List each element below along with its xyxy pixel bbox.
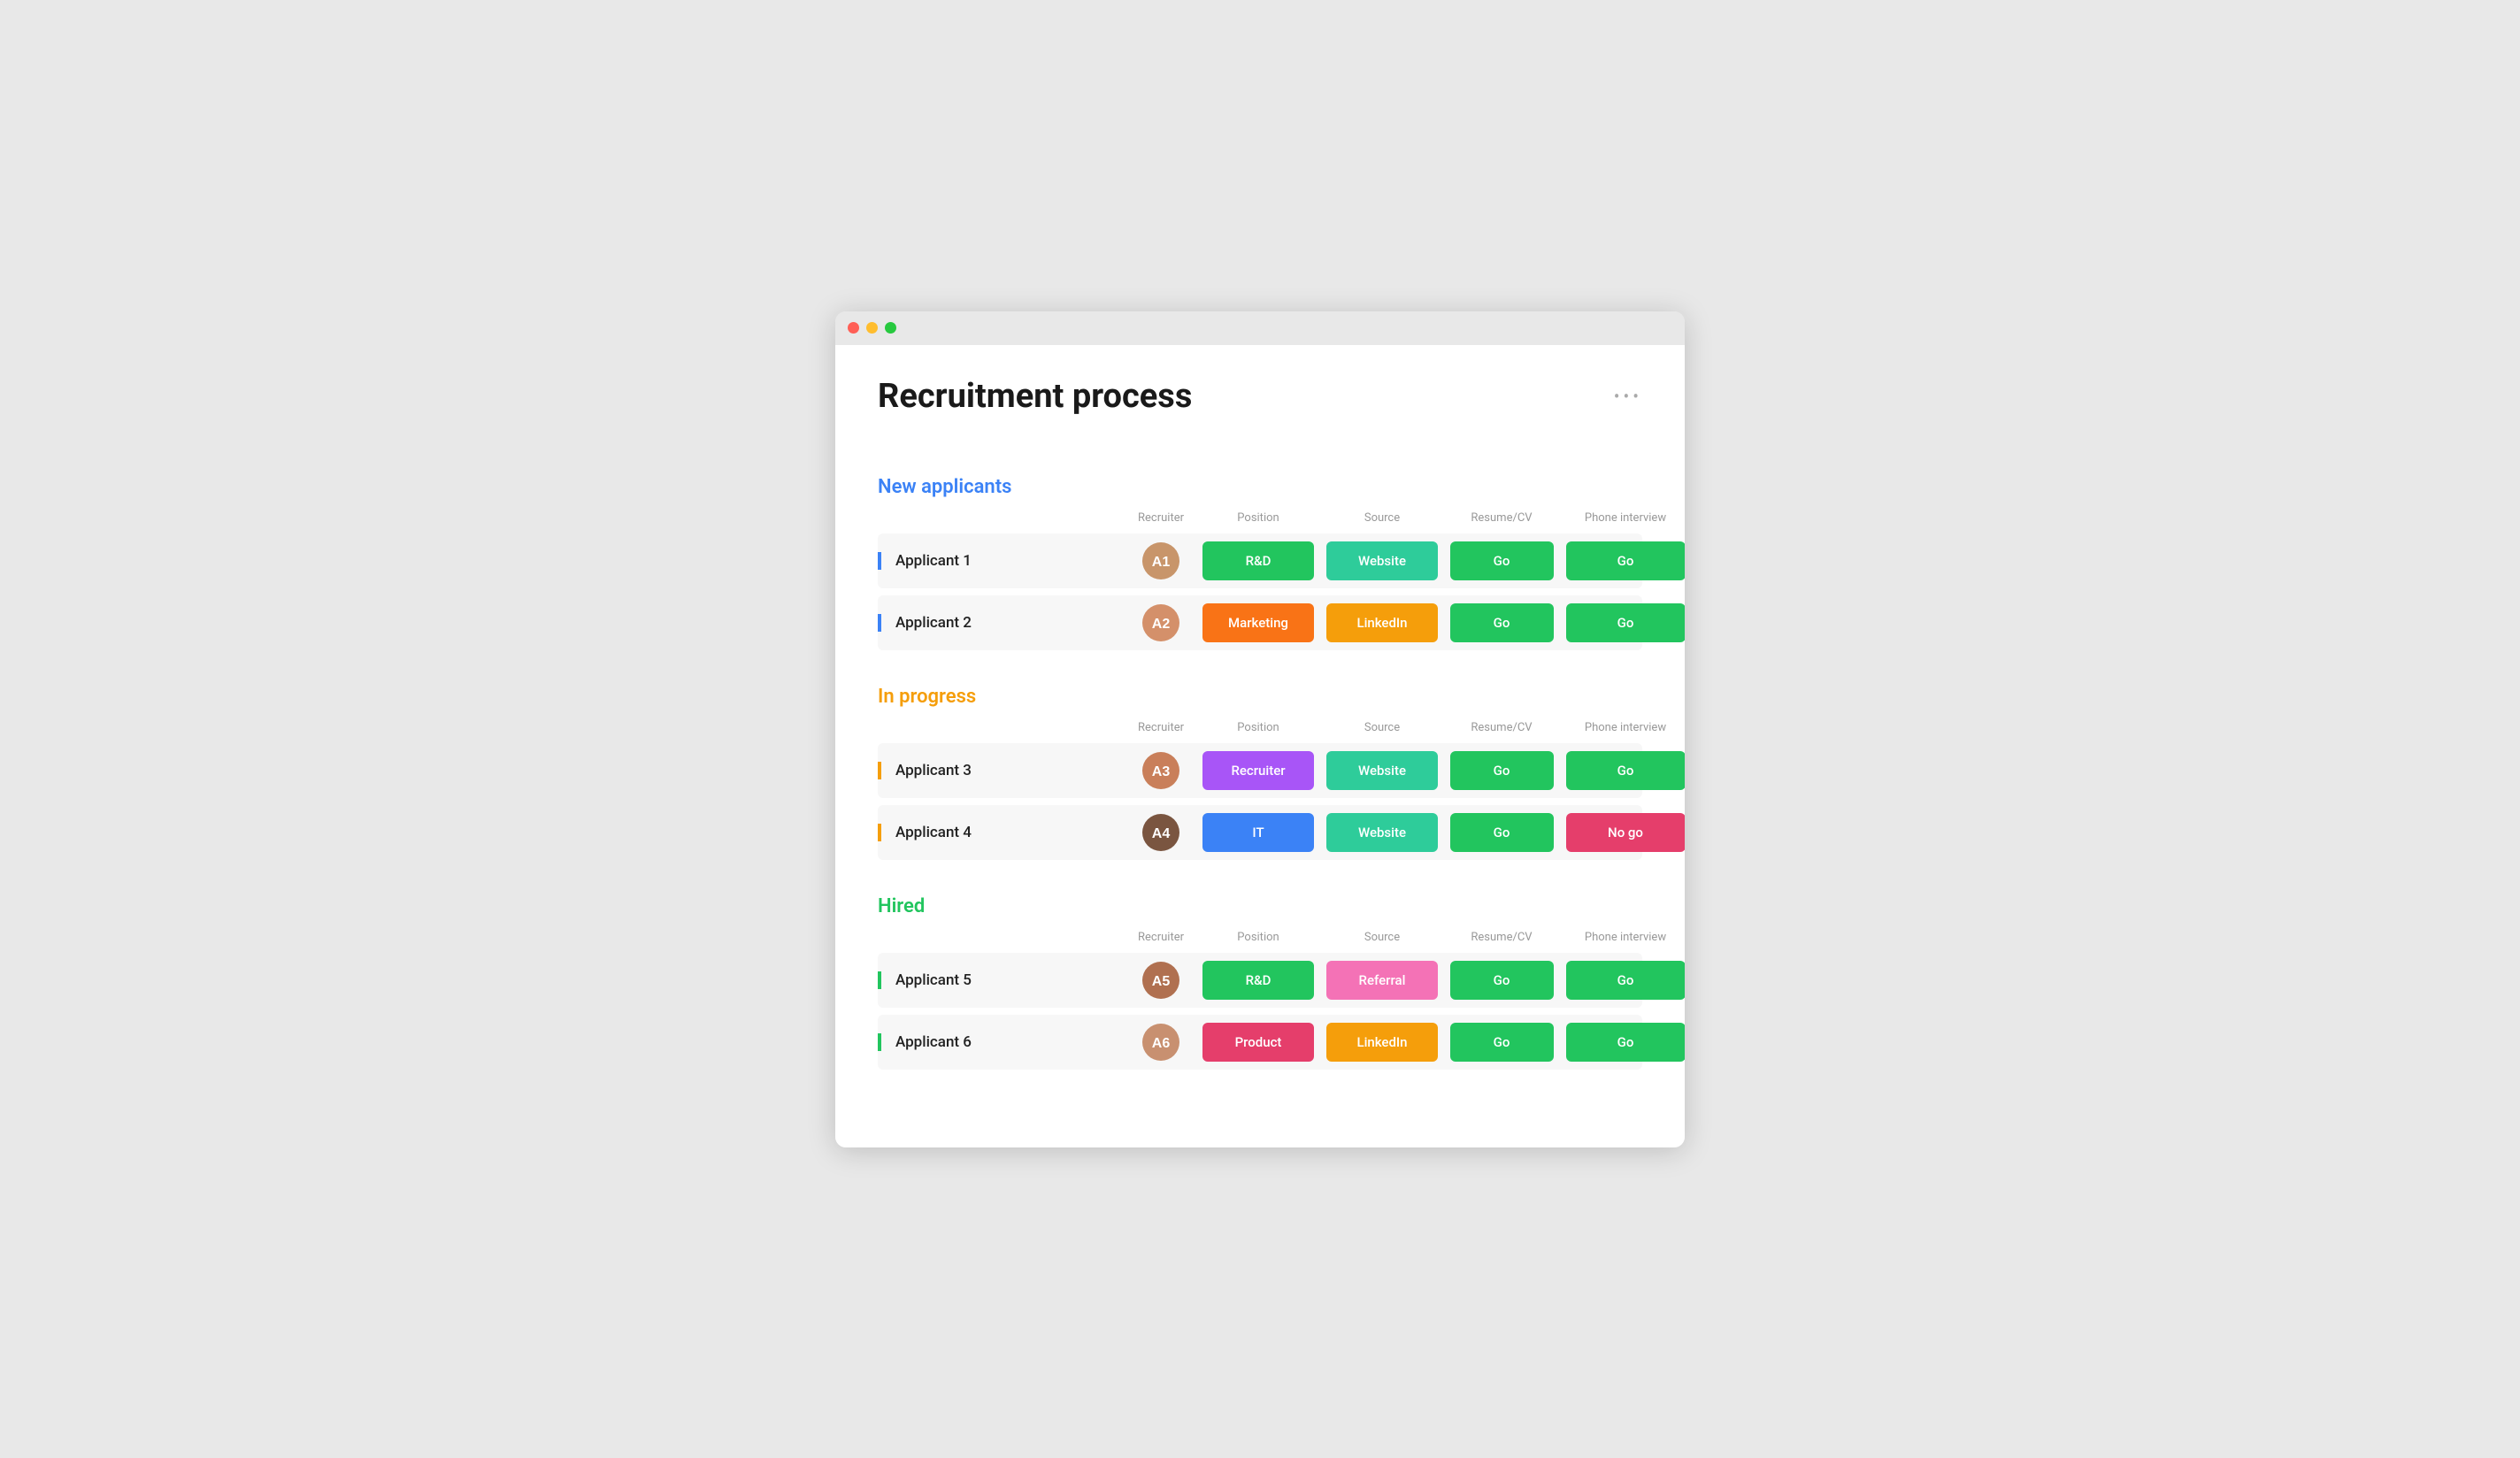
svg-text:A2: A2 <box>1152 617 1171 632</box>
position-badge[interactable]: Recruiter <box>1196 751 1320 790</box>
maximize-button[interactable] <box>885 322 896 334</box>
table-row: Applicant 6 A6 ProductLinkedInGoGoGo <box>878 1015 1642 1070</box>
table-row: Applicant 5 A5 R&DReferralGoGoGo <box>878 953 1642 1008</box>
col-header-1: Recruiter <box>1126 721 1196 734</box>
section-title-new-applicants: New applicants <box>878 476 1642 498</box>
recruiter-avatar: A3 <box>1126 752 1196 789</box>
col-header-5: Phone interview <box>1559 721 1685 734</box>
col-header-4: Resume/CV <box>1444 721 1559 734</box>
svg-text:A6: A6 <box>1152 1036 1171 1051</box>
phone-badge[interactable]: Go <box>1559 961 1685 1000</box>
resume-badge[interactable]: Go <box>1444 541 1559 580</box>
svg-text:A1: A1 <box>1152 555 1171 570</box>
close-button[interactable] <box>848 322 859 334</box>
applicant-name[interactable]: Applicant 2 <box>878 614 1126 632</box>
resume-badge[interactable]: Go <box>1444 813 1559 852</box>
column-headers: RecruiterPositionSourceResume/CVPhone in… <box>878 718 1642 743</box>
app-window: Recruitment process ••• New applicants Re… <box>835 311 1685 1147</box>
phone-badge[interactable]: No go <box>1559 813 1685 852</box>
phone-badge[interactable]: Go <box>1559 603 1685 642</box>
main-content: Recruitment process ••• New applicants Re… <box>835 345 1685 1147</box>
minimize-button[interactable] <box>866 322 878 334</box>
applicant-name[interactable]: Applicant 1 <box>878 552 1126 570</box>
source-badge[interactable]: Website <box>1320 541 1444 580</box>
recruiter-avatar: A6 <box>1126 1024 1196 1061</box>
phone-badge[interactable]: Go <box>1559 541 1685 580</box>
resume-badge[interactable]: Go <box>1444 603 1559 642</box>
col-header-3: Source <box>1320 721 1444 734</box>
section-title-in-progress: In progress <box>878 686 1642 708</box>
section-new-applicants: New applicants RecruiterPositionSourceRes… <box>878 476 1642 650</box>
table-row: Applicant 3 A3 RecruiterWebsiteGoGo <box>878 743 1642 798</box>
col-header-1: Recruiter <box>1126 931 1196 944</box>
position-badge[interactable]: IT <box>1196 813 1320 852</box>
svg-text:A3: A3 <box>1152 764 1171 779</box>
col-header-4: Resume/CV <box>1444 931 1559 944</box>
source-badge[interactable]: Website <box>1320 751 1444 790</box>
titlebar <box>835 311 1685 345</box>
col-header-3: Source <box>1320 511 1444 525</box>
position-badge[interactable]: Product <box>1196 1023 1320 1062</box>
table-row: Applicant 2 A2 MarketingLinkedInGoGo <box>878 595 1642 650</box>
col-header-2: Position <box>1196 721 1320 734</box>
position-badge[interactable]: R&D <box>1196 961 1320 1000</box>
source-badge[interactable]: Website <box>1320 813 1444 852</box>
phone-badge[interactable]: Go <box>1559 751 1685 790</box>
position-badge[interactable]: R&D <box>1196 541 1320 580</box>
source-badge[interactable]: Referral <box>1320 961 1444 1000</box>
applicant-name[interactable]: Applicant 6 <box>878 1033 1126 1051</box>
applicant-name[interactable]: Applicant 5 <box>878 971 1126 989</box>
col-header-4: Resume/CV <box>1444 511 1559 525</box>
svg-text:A5: A5 <box>1152 974 1171 989</box>
svg-text:A4: A4 <box>1152 826 1171 841</box>
col-header-5: Phone interview <box>1559 931 1685 944</box>
recruiter-avatar: A5 <box>1126 962 1196 999</box>
more-options-icon[interactable]: ••• <box>1614 386 1642 407</box>
recruiter-avatar: A1 <box>1126 542 1196 579</box>
section-in-progress: In progressRecruiterPositionSourceResume… <box>878 686 1642 860</box>
col-header-2: Position <box>1196 931 1320 944</box>
recruiter-avatar: A4 <box>1126 814 1196 851</box>
section-title-hired: Hired <box>878 895 1642 917</box>
col-header-1: Recruiter <box>1126 511 1196 525</box>
column-headers: RecruiterPositionSourceResume/CVPhone in… <box>878 509 1642 533</box>
applicant-name[interactable]: Applicant 3 <box>878 762 1126 779</box>
source-badge[interactable]: LinkedIn <box>1320 603 1444 642</box>
applicant-name[interactable]: Applicant 4 <box>878 824 1126 841</box>
sections-container: New applicantsRecruiterPositionSourceRes… <box>878 476 1642 1070</box>
column-headers: RecruiterPositionSourceResume/CVPhone in… <box>878 928 1642 953</box>
section-hired: Hired RecruiterPositionSourceResume/CVPho… <box>878 895 1642 1070</box>
source-badge[interactable]: LinkedIn <box>1320 1023 1444 1062</box>
resume-badge[interactable]: Go <box>1444 1023 1559 1062</box>
position-badge[interactable]: Marketing <box>1196 603 1320 642</box>
col-header-2: Position <box>1196 511 1320 525</box>
col-header-5: Phone interview <box>1559 511 1685 525</box>
page-title: Recruitment process <box>878 377 1192 416</box>
phone-badge[interactable]: Go <box>1559 1023 1685 1062</box>
table-row: Applicant 4 A4 ITWebsiteGoNo go <box>878 805 1642 860</box>
resume-badge[interactable]: Go <box>1444 751 1559 790</box>
table-row: Applicant 1 A1 R&DWebsiteGoGo <box>878 533 1642 588</box>
recruiter-avatar: A2 <box>1126 604 1196 641</box>
resume-badge[interactable]: Go <box>1444 961 1559 1000</box>
col-header-3: Source <box>1320 931 1444 944</box>
